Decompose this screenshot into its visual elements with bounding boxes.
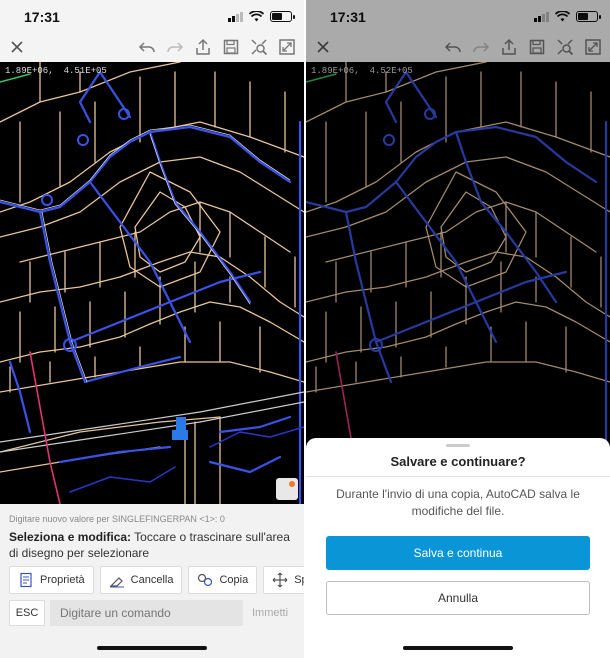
save-dialog-sheet: Salvare e continuare? Durante l'invio di… (306, 438, 610, 658)
status-time: 17:31 (330, 9, 366, 25)
toolbar (306, 34, 610, 62)
command-description: Seleziona e modifica: Toccare o trascina… (9, 529, 299, 561)
layers-icon[interactable] (276, 478, 298, 500)
coord-x: 1.89E+06, (5, 66, 54, 76)
status-bar: 17:31 (306, 0, 610, 34)
close-icon[interactable] (314, 38, 332, 56)
status-bar: 17:31 (0, 0, 304, 34)
save-icon[interactable] (528, 38, 546, 56)
command-panel: Digitare nuovo valore per SINGLEFINGERPA… (0, 504, 304, 658)
save-and-continue-button[interactable]: Salva e continua (326, 536, 590, 570)
undo-icon[interactable] (138, 38, 156, 56)
cancel-button[interactable]: Annulla (326, 581, 590, 615)
coord-x: 1.89E+06, (311, 66, 360, 76)
copy-label: Copia (219, 574, 249, 586)
properties-icon (20, 572, 32, 588)
enter-button[interactable]: Immetti (250, 600, 304, 626)
copy-button[interactable]: Copia (188, 566, 258, 594)
coordinate-readout: 1.89E+06, 4.51E+05 (5, 66, 117, 76)
status-time: 17:31 (24, 9, 60, 25)
cellular-signal-icon (534, 11, 549, 22)
right-screen: 17:31 1.89E+06, 4.52E+05 Salvare e conti… (306, 0, 610, 658)
coord-y: 4.52E+05 (369, 66, 413, 76)
save-icon[interactable] (222, 38, 240, 56)
redo-icon[interactable] (166, 38, 184, 56)
dialog-divider (306, 476, 610, 477)
wifi-icon (249, 11, 264, 22)
command-title: Seleziona e modifica: (9, 530, 132, 544)
move-label: Sp (294, 574, 304, 586)
erase-button[interactable]: Cancella (99, 566, 183, 594)
properties-label: Proprietà (40, 574, 85, 586)
toolbar (0, 34, 304, 62)
command-input[interactable] (50, 600, 243, 626)
wifi-icon (555, 11, 570, 22)
share-icon[interactable] (194, 38, 212, 56)
dialog-title: Salvare e continuare? (390, 454, 526, 469)
left-screen: 17:31 1.89E+06, 4.51E+05 Digitare nuovo … (0, 0, 304, 658)
properties-button[interactable]: Proprietà (9, 566, 94, 594)
move-icon (272, 572, 288, 588)
sheet-grabber[interactable] (446, 444, 470, 447)
drawing-canvas[interactable]: 1.89E+06, 4.51E+05 (0, 62, 304, 504)
action-bar: Proprietà Cancella Copia Sp (9, 566, 304, 594)
esc-button[interactable]: ESC (9, 600, 45, 626)
battery-icon (576, 11, 601, 22)
fullscreen-icon[interactable] (584, 38, 602, 56)
zoom-extents-icon[interactable] (556, 38, 574, 56)
home-indicator[interactable] (403, 646, 513, 650)
erase-icon (109, 577, 124, 588)
coordinate-readout: 1.89E+06, 4.52E+05 (311, 66, 423, 76)
cellular-signal-icon (228, 11, 243, 22)
erase-label: Cancella (130, 574, 174, 586)
redo-icon[interactable] (472, 38, 490, 56)
move-button[interactable]: Sp (263, 566, 304, 594)
copy-icon (198, 573, 213, 587)
command-hint: Digitare nuovo valore per SINGLEFINGERPA… (9, 514, 225, 524)
cad-drawing (0, 62, 304, 504)
home-indicator[interactable] (97, 646, 207, 650)
share-icon[interactable] (500, 38, 518, 56)
coord-y: 4.51E+05 (63, 66, 107, 76)
battery-icon (270, 11, 295, 22)
dialog-message: Durante l'invio di una copia, AutoCAD sa… (336, 487, 580, 518)
fullscreen-icon[interactable] (278, 38, 296, 56)
zoom-extents-icon[interactable] (250, 38, 268, 56)
undo-icon[interactable] (444, 38, 462, 56)
close-icon[interactable] (8, 38, 26, 56)
